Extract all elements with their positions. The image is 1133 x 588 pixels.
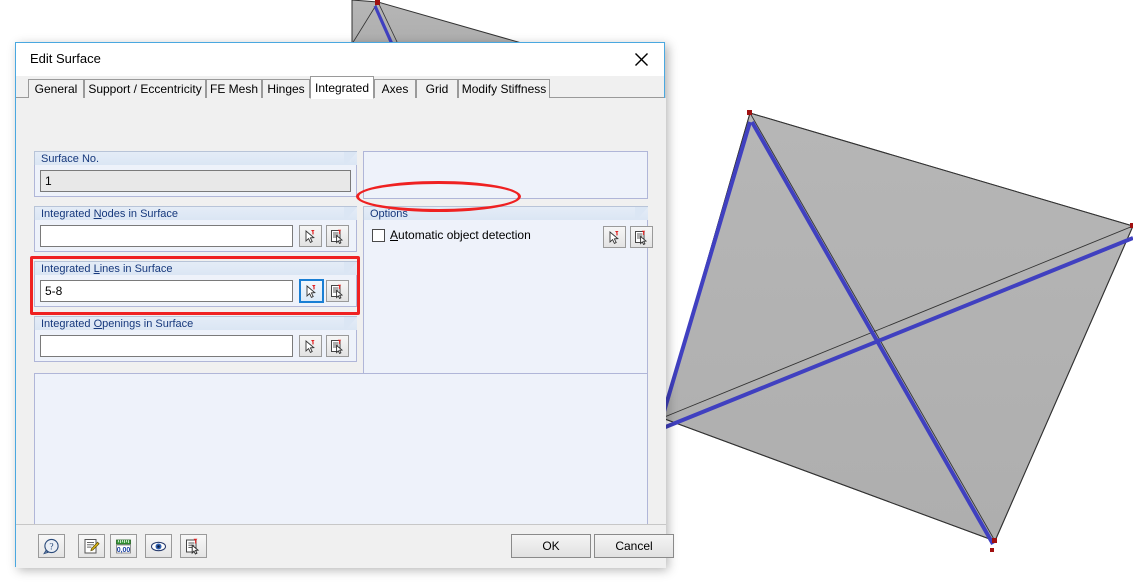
surface-panel-top-left	[351, 0, 526, 45]
tab-label: General	[34, 82, 78, 96]
pick-list-icon[interactable]	[326, 225, 349, 247]
pick-list-icon[interactable]	[326, 280, 349, 302]
pick-list-icon[interactable]	[180, 534, 207, 558]
tab-label: Integrated	[314, 80, 370, 95]
label-accesskey: O	[93, 318, 103, 330]
group-surface-no-body: 1	[34, 165, 357, 197]
tab-label: Modify Stiffness	[461, 82, 547, 96]
integrated-lines-input[interactable]: 5-8	[40, 280, 293, 302]
surface-no-input[interactable]: 1	[40, 170, 351, 192]
pick-single-icon[interactable]	[299, 335, 322, 357]
tab-integrated[interactable]: Integrated	[310, 76, 374, 99]
tab-grid[interactable]: Grid	[416, 79, 458, 98]
eye-icon[interactable]	[145, 534, 172, 558]
right-blank-panel	[363, 151, 648, 199]
tab-hinges[interactable]: Hinges	[262, 79, 310, 98]
svg-text:0,00: 0,00	[117, 546, 131, 553]
tab-label: Axes	[381, 82, 409, 96]
group-integrated-lines: Integrated Lines in Surface 5-8	[34, 261, 357, 307]
automatic-object-detection-checkbox[interactable]: Automatic object detection	[372, 228, 531, 242]
edit-icon[interactable]	[78, 534, 105, 558]
pick-single-icon[interactable]	[603, 226, 626, 248]
ok-button[interactable]: OK	[511, 534, 591, 558]
window-title: Edit Surface	[30, 51, 101, 66]
integrated-openings-input[interactable]	[40, 335, 293, 357]
group-options-body: Automatic object detection	[363, 220, 653, 375]
group-integrated-openings-label: Integrated Openings in Surface	[34, 316, 357, 332]
checkbox-label: Automatic object detection	[390, 228, 531, 242]
group-integrated-lines-label: Integrated Lines in Surface	[34, 261, 357, 277]
group-surface-no-label: Surface No.	[34, 151, 357, 167]
checkbox-box[interactable]	[372, 228, 385, 242]
group-surface-no: Surface No. 1	[34, 151, 357, 197]
label-part: Integrated	[41, 208, 94, 220]
label-part: ines in Surface	[99, 263, 173, 275]
group-options: Options Automatic object detection	[363, 206, 653, 375]
group-integrated-nodes-label: Integrated Nodes in Surface	[34, 206, 357, 222]
dialog-footer: ? 0,00 OK Cancel	[16, 524, 674, 566]
tab-label: Grid	[425, 82, 449, 96]
tab-modify-stiffness[interactable]: Modify Stiffness	[458, 79, 550, 98]
group-integrated-openings-body	[34, 330, 357, 362]
label-part: odes in Surface	[101, 208, 178, 220]
pick-list-icon[interactable]	[630, 226, 653, 248]
close-icon[interactable]	[624, 45, 658, 73]
screen: Edit Surface General Support / Eccentric…	[0, 0, 1133, 588]
group-integrated-nodes: Integrated Nodes in Surface	[34, 206, 357, 252]
tab-label: FE Mesh	[210, 82, 259, 96]
cancel-button[interactable]: Cancel	[594, 534, 674, 558]
help-icon[interactable]: ?	[38, 534, 65, 558]
tab-general[interactable]: General	[28, 79, 84, 98]
group-integrated-openings: Integrated Openings in Surface	[34, 316, 357, 362]
tab-label: Support / Eccentricity	[88, 82, 202, 96]
pick-single-icon[interactable]	[299, 279, 324, 303]
group-integrated-nodes-body	[34, 220, 357, 252]
pick-single-icon[interactable]	[299, 225, 322, 247]
title-bar: Edit Surface	[16, 43, 664, 76]
label-part: Integrated	[41, 263, 94, 275]
tab-strip: General Support / Eccentricity FE Mesh H…	[16, 76, 664, 99]
group-integrated-lines-body: 5-8	[34, 275, 357, 307]
group-options-label: Options	[363, 206, 648, 222]
units-icon[interactable]: 0,00	[110, 534, 137, 558]
integrated-tab-page: Surface No. 1 Integrated Nodes in Surfac…	[16, 98, 666, 568]
svg-text:?: ?	[49, 542, 53, 552]
integrated-nodes-input[interactable]	[40, 225, 293, 247]
pick-list-icon[interactable]	[326, 335, 349, 357]
tab-support-eccentricity[interactable]: Support / Eccentricity	[84, 79, 206, 98]
tab-axes[interactable]: Axes	[374, 79, 416, 98]
label-accesskey: A	[390, 228, 399, 242]
tab-label: Hinges	[267, 82, 305, 96]
tab-fe-mesh[interactable]: FE Mesh	[206, 79, 262, 98]
edit-surface-dialog: Edit Surface General Support / Eccentric…	[15, 42, 674, 568]
label-part: utomatic object detection	[398, 228, 531, 242]
label-part: penings in Surface	[102, 318, 194, 330]
label-accesskey: N	[93, 208, 102, 220]
label-part: Integrated	[41, 318, 94, 330]
